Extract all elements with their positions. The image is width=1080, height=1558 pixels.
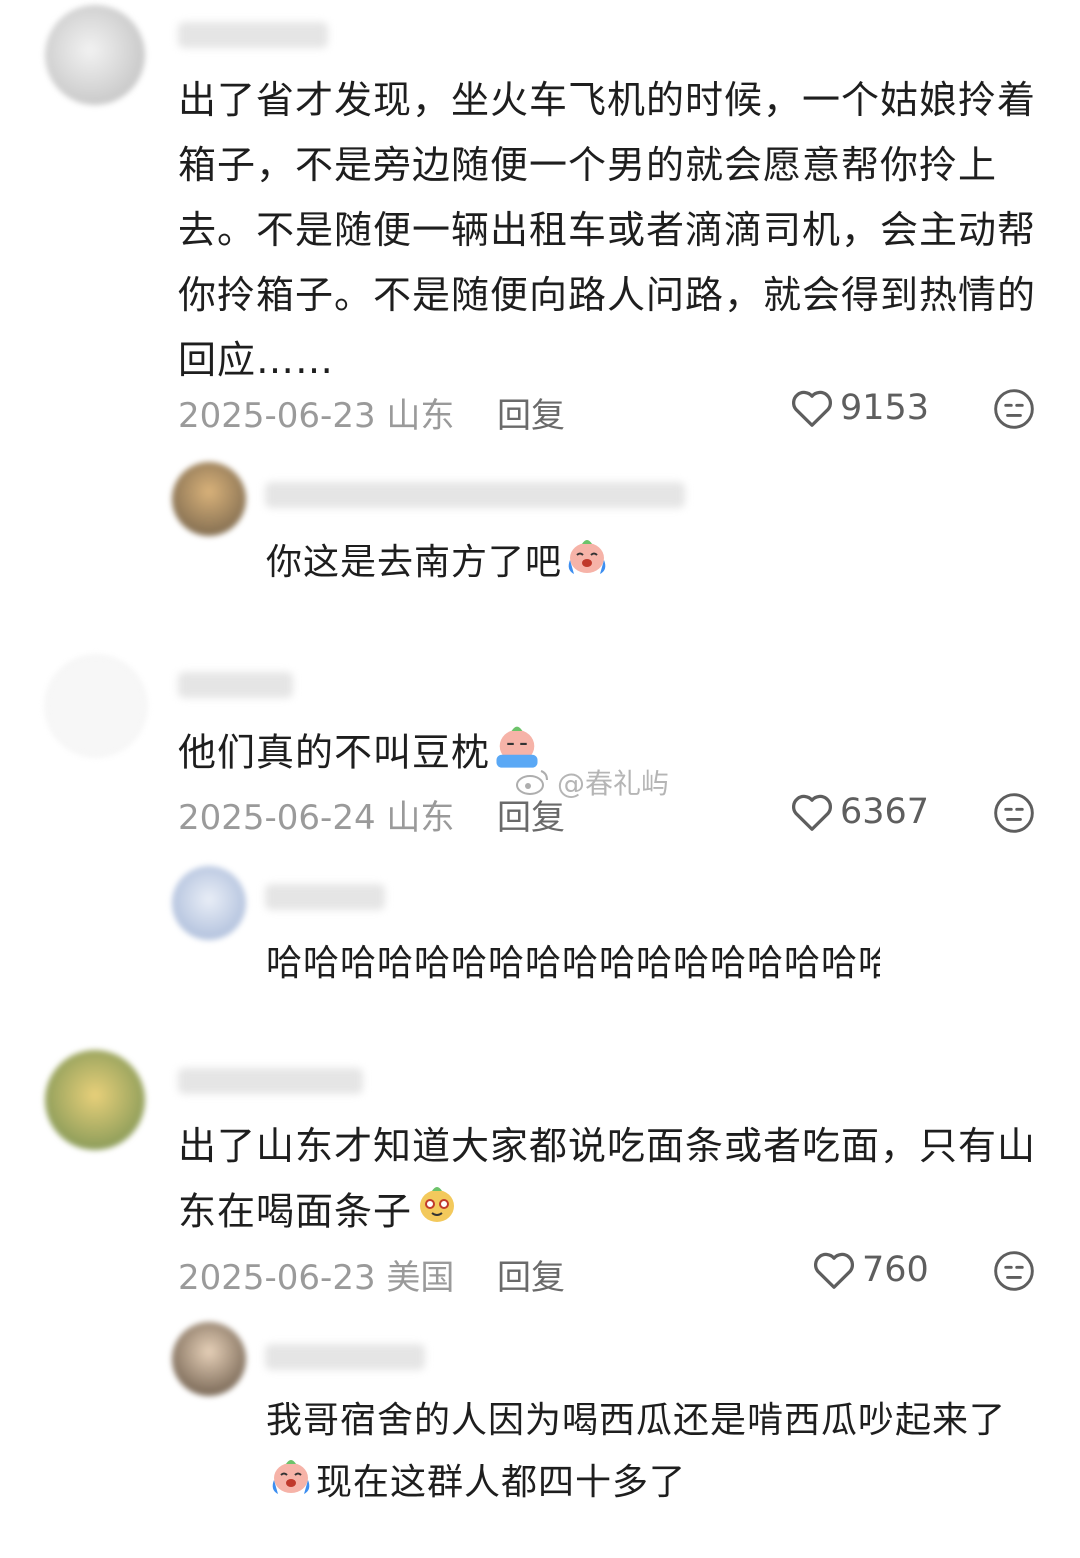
- reply-username[interactable]: [265, 1344, 425, 1370]
- crying-laughing-emoji: [266, 1450, 316, 1518]
- heart-icon: [791, 390, 833, 427]
- smug-emoji: [412, 1179, 462, 1249]
- reply-username[interactable]: [265, 482, 685, 508]
- reply-username[interactable]: [265, 884, 385, 910]
- watermark: @春礼屿: [515, 762, 669, 802]
- reply-text: 你这是去南方了吧: [266, 530, 612, 598]
- dislike-icon[interactable]: [992, 791, 1036, 835]
- username[interactable]: [178, 672, 293, 698]
- like-button[interactable]: 760: [812, 1250, 929, 1290]
- reply-avatar[interactable]: [172, 462, 246, 536]
- avatar[interactable]: [45, 655, 147, 757]
- comment-meta: 2025-06-23 美国: [178, 1258, 455, 1298]
- weibo-icon: [516, 770, 548, 795]
- crying-laughing-emoji: [562, 530, 612, 598]
- heart-icon: [813, 1252, 855, 1289]
- like-count: 9153: [840, 388, 930, 428]
- comment-meta: 2025-06-24 山东: [178, 798, 455, 838]
- dislike-icon[interactable]: [992, 1249, 1036, 1293]
- heart-icon: [791, 794, 833, 831]
- reply-avatar[interactable]: [172, 866, 246, 940]
- comment-text: 他们真的不叫豆枕: [178, 718, 544, 792]
- reply-avatar[interactable]: [172, 1322, 246, 1396]
- comment-meta: 2025-06-23 山东: [178, 396, 455, 436]
- like-count: 6367: [840, 792, 930, 832]
- reply-button[interactable]: 回复: [497, 1250, 565, 1299]
- reply-text: 我哥宿舍的人因为喝西瓜还是啃西瓜吵起来了 现在这群人都四十多了: [266, 1392, 1056, 1518]
- like-button[interactable]: 9153: [790, 388, 929, 428]
- username[interactable]: [178, 22, 328, 48]
- dislike-icon[interactable]: [992, 387, 1036, 431]
- comment-text: 出了省才发现，坐火车飞机的时候，一个姑娘拎着箱子，不是旁边随便一个男的就会愿意帮…: [178, 78, 1037, 382]
- username[interactable]: [178, 1068, 363, 1094]
- avatar[interactable]: [45, 1050, 145, 1150]
- reply-button[interactable]: 回复: [497, 388, 565, 437]
- avatar[interactable]: [45, 5, 145, 105]
- reply-text: 哈哈哈哈哈哈哈哈哈哈哈哈哈哈哈哈哈哈哈哈哈哈哈哈哈哈哈哈哈哈哈哈哈哈哈哈: [266, 943, 880, 984]
- like-count: 760: [862, 1250, 929, 1290]
- comment-text: 出了山东才知道大家都说吃面条或者吃面，只有山东在喝面条子: [178, 1114, 1038, 1249]
- like-button[interactable]: 6367: [790, 792, 929, 832]
